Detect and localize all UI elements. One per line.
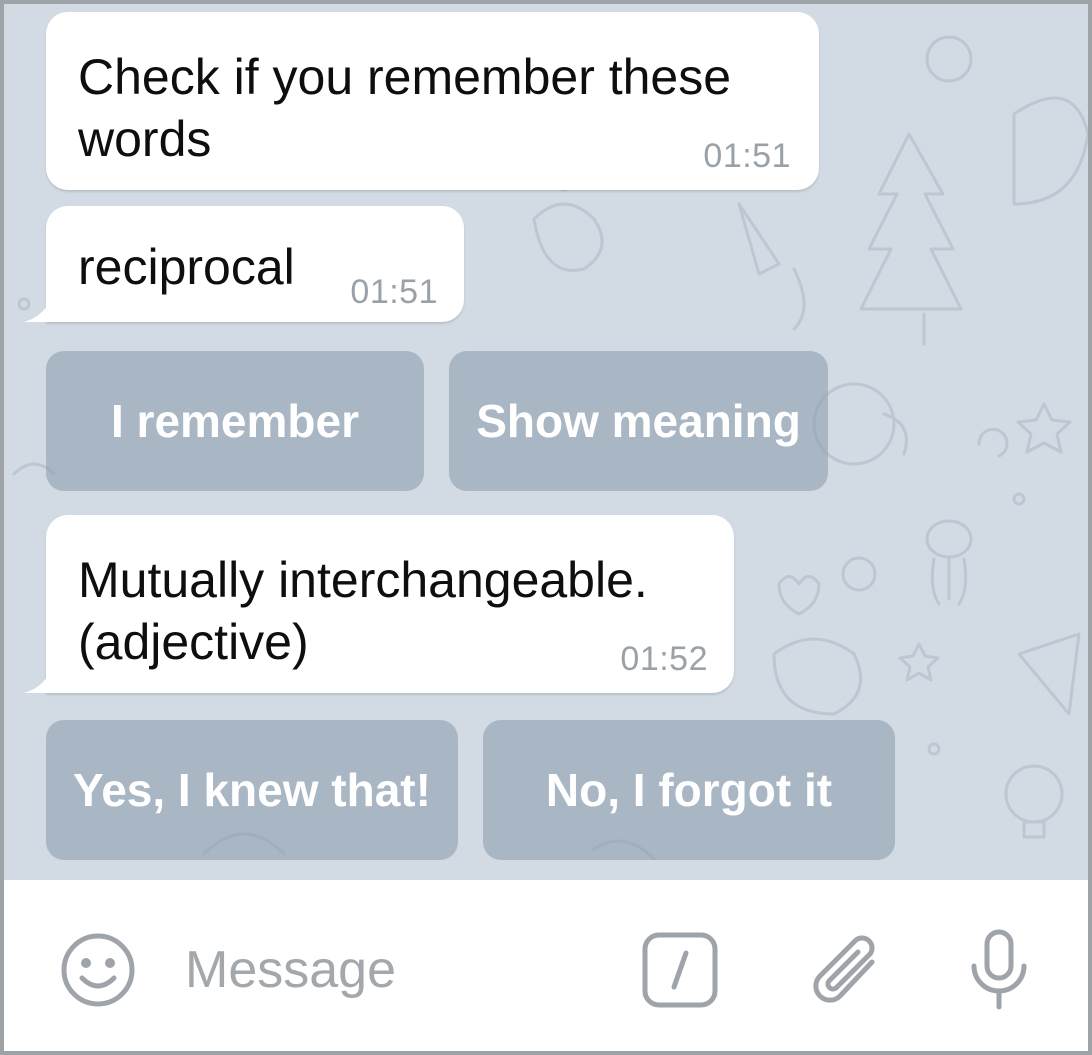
message-input[interactable]: Message: [185, 940, 396, 1000]
microphone-icon[interactable]: [966, 928, 1032, 1012]
message-text: reciprocal: [78, 239, 295, 295]
message-text: Mutually interchangeable. (adjective): [78, 552, 648, 670]
yes-knew-that-button[interactable]: Yes, I knew that!: [46, 720, 458, 860]
message-bubble: Check if you remember these words 01:51: [46, 12, 819, 190]
message-bubble: reciprocal 01:51: [24, 206, 464, 322]
no-forgot-it-button[interactable]: No, I forgot it: [483, 720, 895, 860]
attach-icon[interactable]: [804, 926, 884, 1012]
bot-command-icon[interactable]: [641, 931, 719, 1009]
message-time: 01:52: [620, 640, 708, 678]
message-bubble: Mutually interchangeable. (adjective) 01…: [24, 515, 734, 693]
telegram-chat-window: Check if you remember these words 01:51 …: [0, 0, 1092, 1055]
chat-area: Check if you remember these words 01:51 …: [4, 4, 1088, 880]
message-time: 01:51: [703, 137, 791, 175]
i-remember-button[interactable]: I remember: [46, 351, 424, 491]
bubble-tail: [24, 663, 54, 693]
message-time: 01:51: [350, 273, 438, 311]
bubble-tail: [24, 292, 54, 322]
message-text: Check if you remember these words: [78, 49, 732, 167]
emoji-icon[interactable]: [58, 930, 138, 1010]
message-composer: Message: [4, 880, 1088, 1051]
show-meaning-button[interactable]: Show meaning: [449, 351, 828, 491]
